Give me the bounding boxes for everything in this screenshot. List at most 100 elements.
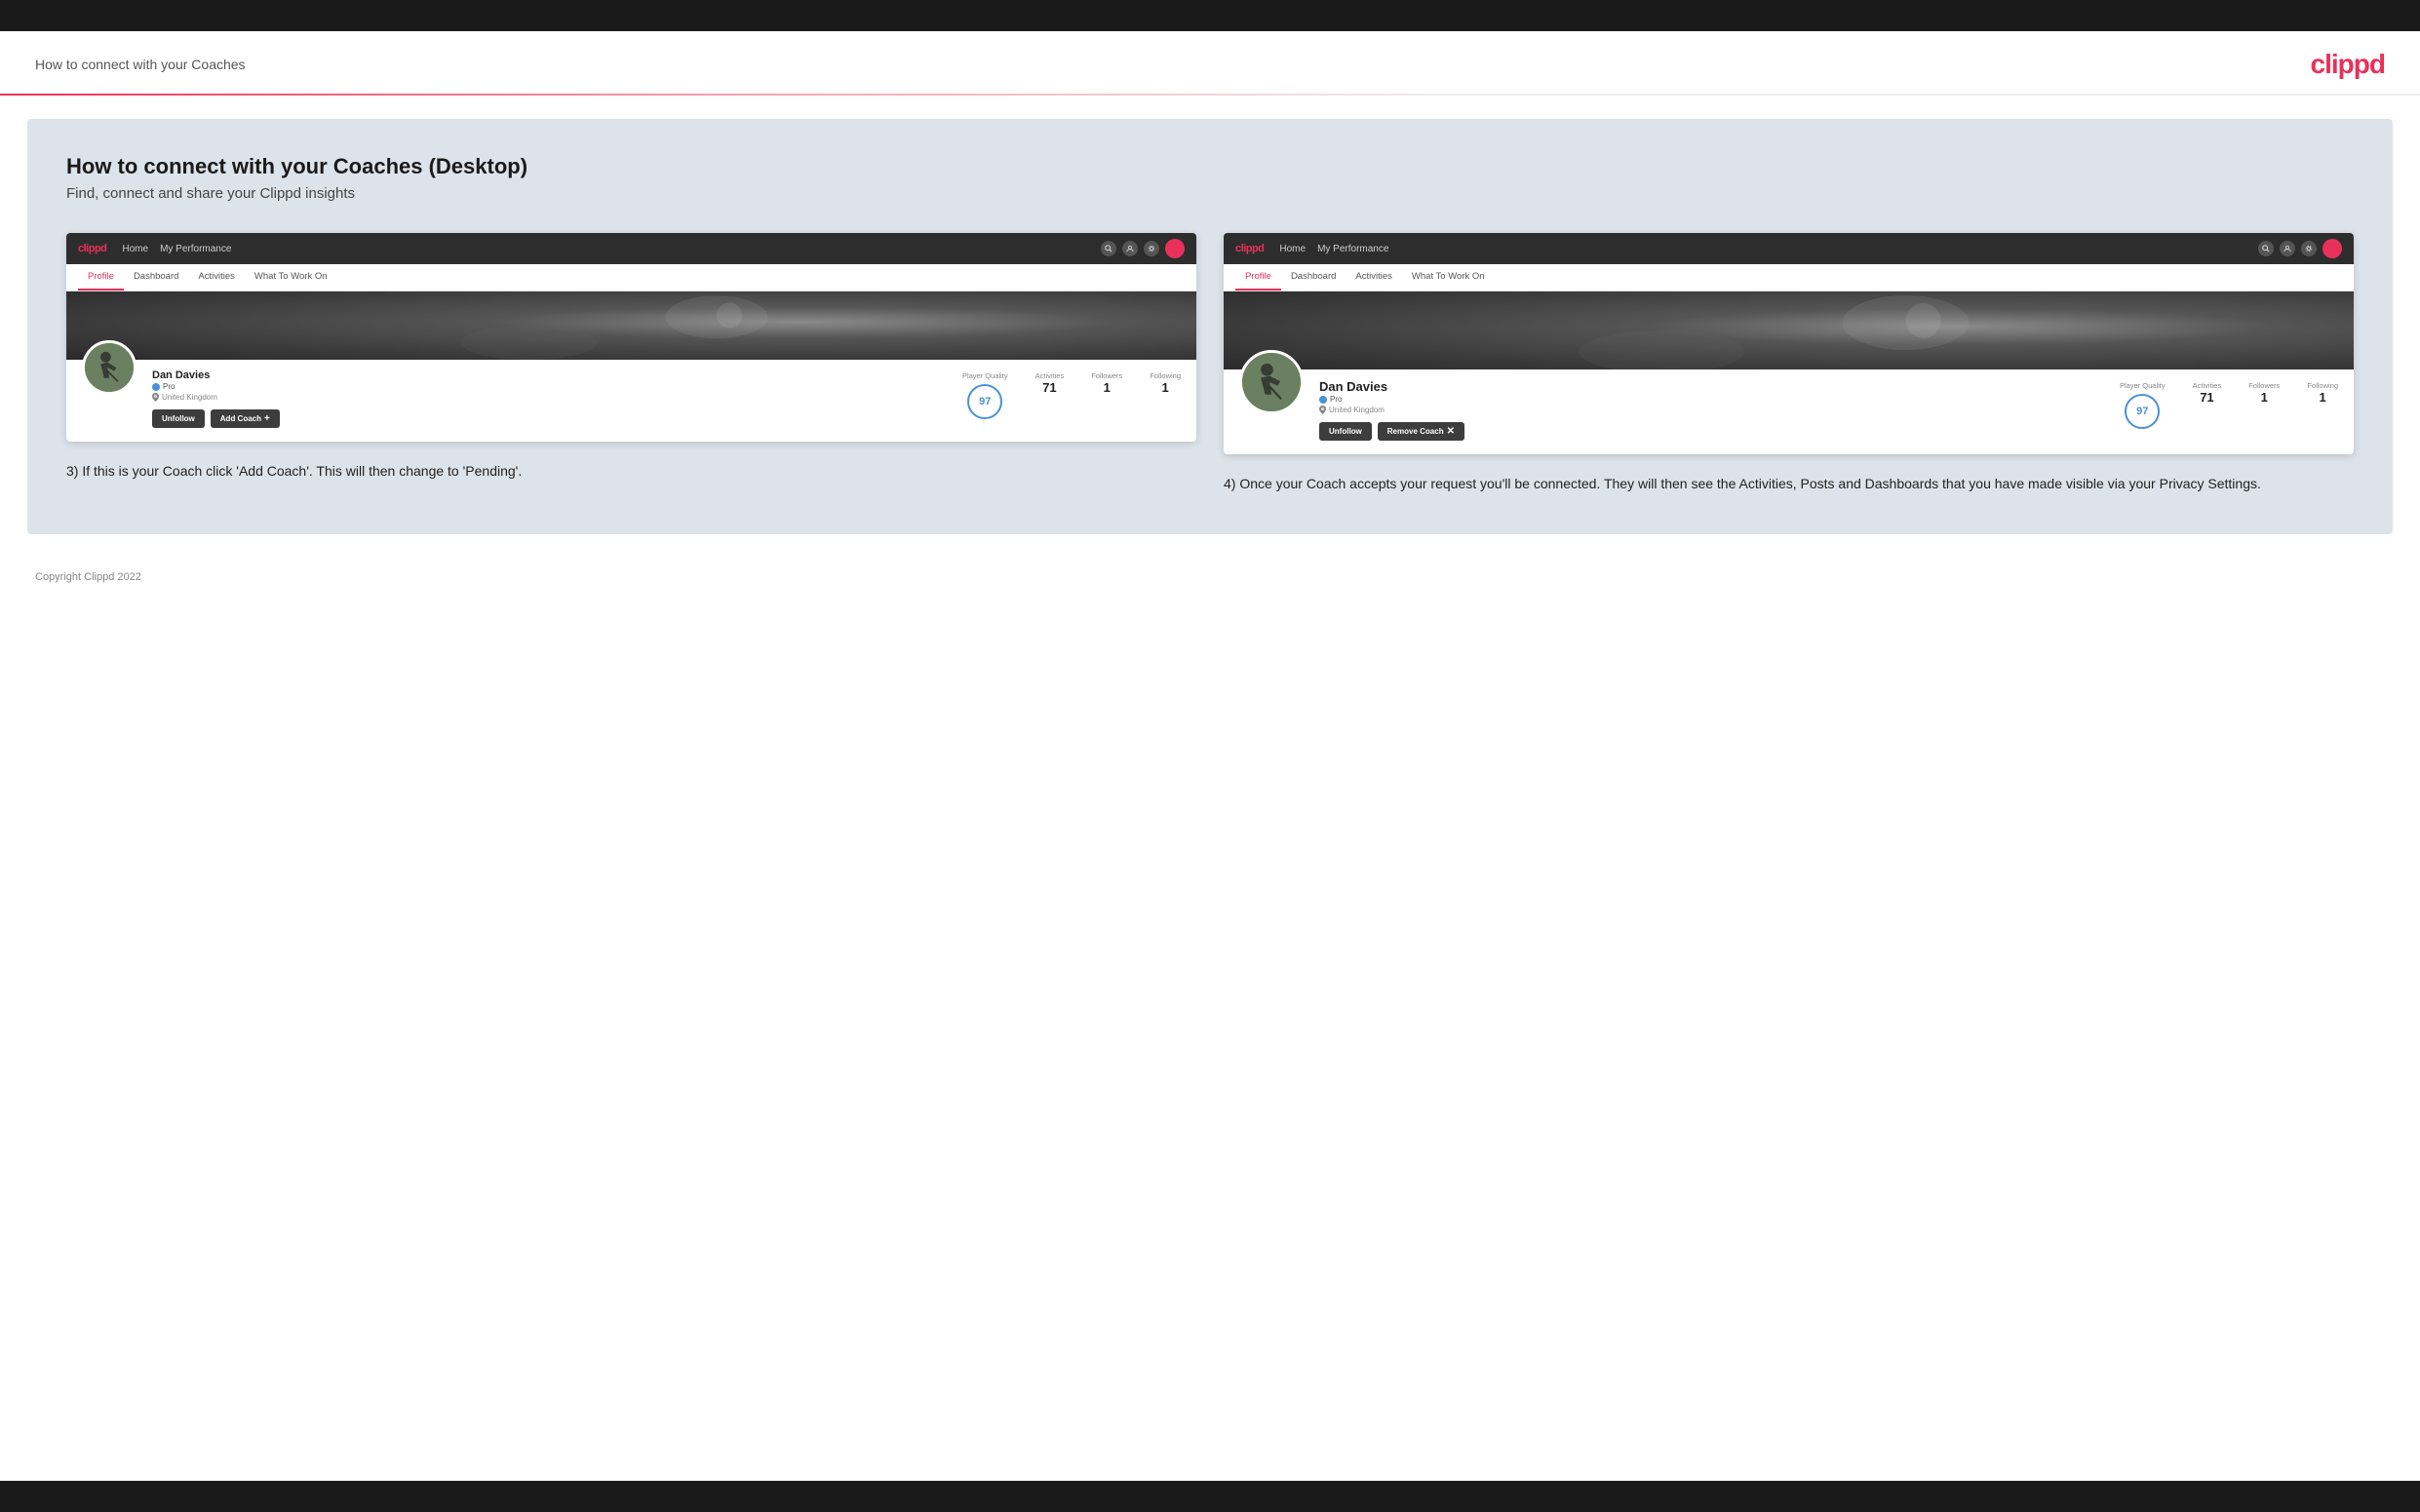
step4-search-icon[interactable] — [2258, 241, 2274, 256]
step4-activities-value: 71 — [2193, 390, 2222, 405]
step3-tab-dashboard[interactable]: Dashboard — [124, 264, 188, 291]
step3-badge-dot — [152, 383, 160, 391]
header: How to connect with your Coaches clippd — [0, 31, 2420, 94]
step4-removecoach-button[interactable]: Remove Coach ✕ — [1378, 422, 1464, 441]
step4-nav-home[interactable]: Home — [1279, 244, 1306, 254]
step4-tab-activities[interactable]: Activities — [1346, 264, 1401, 291]
step3-quality-circle: 97 — [967, 384, 1002, 419]
step4-badge-label: Pro — [1330, 395, 1342, 404]
step4-stat-quality: Player Quality 97 — [2120, 381, 2166, 429]
step3-avatar-wrap — [82, 340, 137, 395]
step3-activities-label: Activities — [1035, 371, 1065, 380]
main-content: How to connect with your Coaches (Deskto… — [27, 119, 2393, 534]
top-bar — [0, 0, 2420, 31]
step4-activities-label: Activities — [2193, 381, 2222, 390]
bottom-bar — [0, 1481, 2420, 1512]
step4-banner — [1224, 291, 2354, 369]
step3-tab-activities[interactable]: Activities — [188, 264, 244, 291]
step4-user-icon[interactable] — [2280, 241, 2295, 256]
step4-avatar — [1239, 350, 1304, 414]
step3-nav-links: Home My Performance — [122, 244, 1085, 254]
step3-nav-home[interactable]: Home — [122, 244, 148, 254]
screenshots-row: clippd Home My Performance — [66, 233, 2354, 495]
step4-badge-dot — [1319, 396, 1327, 404]
step4-settings-icon[interactable] — [2301, 241, 2317, 256]
step4-nav-performance[interactable]: My Performance — [1317, 244, 1388, 254]
step4-avatar-icon[interactable] — [2322, 239, 2342, 258]
step3-tabs: Profile Dashboard Activities What To Wor… — [66, 264, 1196, 291]
step3-followers-label: Followers — [1091, 371, 1122, 380]
step3-col: clippd Home My Performance — [66, 233, 1196, 483]
step3-quality-label: Player Quality — [962, 371, 1008, 380]
step4-tab-dashboard[interactable]: Dashboard — [1281, 264, 1346, 291]
step4-tab-whattoworkon[interactable]: What To Work On — [1402, 264, 1495, 291]
step4-profile-location: United Kingdom — [1319, 406, 1464, 414]
step3-screenshot: clippd Home My Performance — [66, 233, 1196, 442]
step3-followers-value: 1 — [1091, 380, 1122, 395]
step4-profile-section: Dan Davies Pro United Kingdom — [1224, 369, 2354, 454]
step3-nav-icons — [1101, 239, 1185, 258]
step3-avatar — [82, 340, 137, 395]
step4-tabs: Profile Dashboard Activities What To Wor… — [1224, 264, 2354, 291]
step3-avatar-icon[interactable] — [1165, 239, 1185, 258]
header-divider — [0, 94, 2420, 96]
step4-screenshot: clippd Home My Performance — [1224, 233, 2354, 454]
step3-following-label: Following — [1150, 371, 1181, 380]
step3-user-icon[interactable] — [1122, 241, 1138, 256]
step4-nav: clippd Home My Performance — [1224, 233, 2354, 264]
step3-profile-location: United Kingdom — [152, 393, 280, 402]
step4-description: 4) Once your Coach accepts your request … — [1224, 474, 2354, 495]
step4-buttons: Unfollow Remove Coach ✕ — [1319, 422, 1464, 441]
step3-banner-img — [66, 291, 1196, 360]
step3-following-value: 1 — [1150, 380, 1181, 395]
step4-profile-name: Dan Davies — [1319, 379, 1464, 394]
header-title: How to connect with your Coaches — [35, 57, 246, 72]
step4-following-label: Following — [2307, 381, 2338, 390]
page-subheading: Find, connect and share your Clippd insi… — [66, 185, 2354, 202]
step3-profile-name: Dan Davies — [152, 369, 280, 381]
step4-stat-followers: Followers 1 — [2248, 381, 2280, 405]
copyright-text: Copyright Clippd 2022 — [35, 571, 141, 583]
step3-search-icon[interactable] — [1101, 241, 1116, 256]
step4-banner-img — [1224, 291, 2354, 369]
step3-profile-section: Dan Davies Pro United Kingdom — [66, 360, 1196, 442]
step4-logo: clippd — [1235, 243, 1264, 254]
step3-nav-performance[interactable]: My Performance — [160, 244, 231, 254]
step3-stat-following: Following 1 — [1150, 371, 1181, 395]
step3-settings-icon[interactable] — [1144, 241, 1159, 256]
step4-following-value: 1 — [2307, 390, 2338, 405]
step3-logo: clippd — [78, 243, 106, 254]
step3-badge-label: Pro — [163, 382, 175, 391]
step4-col: clippd Home My Performance — [1224, 233, 2354, 495]
step4-stat-following: Following 1 — [2307, 381, 2338, 405]
step3-description: 3) If this is your Coach click 'Add Coac… — [66, 461, 1196, 483]
step3-stat-followers: Followers 1 — [1091, 371, 1122, 395]
step3-location-text: United Kingdom — [162, 393, 217, 402]
logo: clippd — [2311, 49, 2385, 80]
step4-stat-activities: Activities 71 — [2193, 381, 2222, 405]
step4-followers-value: 1 — [2248, 390, 2280, 405]
step3-activities-value: 71 — [1035, 380, 1065, 395]
step3-tab-profile[interactable]: Profile — [78, 264, 124, 291]
step4-tab-profile[interactable]: Profile — [1235, 264, 1281, 291]
step3-banner — [66, 291, 1196, 360]
step4-nav-icons — [2258, 239, 2342, 258]
page-heading: How to connect with your Coaches (Deskto… — [66, 154, 2354, 179]
step3-addcoach-button[interactable]: Add Coach + — [211, 409, 280, 428]
step4-location-text: United Kingdom — [1329, 406, 1385, 414]
step3-tab-whattoworkon[interactable]: What To Work On — [245, 264, 337, 291]
step3-nav: clippd Home My Performance — [66, 233, 1196, 264]
step4-avatar-wrap — [1239, 350, 1304, 414]
step3-buttons: Unfollow Add Coach + — [152, 409, 280, 428]
step3-stat-quality: Player Quality 97 — [962, 371, 1008, 419]
step3-profile-badge: Pro — [152, 382, 280, 391]
step4-unfollow-button[interactable]: Unfollow — [1319, 422, 1372, 441]
step3-unfollow-button[interactable]: Unfollow — [152, 409, 205, 428]
step4-quality-circle: 97 — [2125, 394, 2160, 429]
step3-stat-activities: Activities 71 — [1035, 371, 1065, 395]
footer: Copyright Clippd 2022 — [0, 558, 2420, 597]
step4-followers-label: Followers — [2248, 381, 2280, 390]
step4-quality-label: Player Quality — [2120, 381, 2166, 390]
step4-nav-links: Home My Performance — [1279, 244, 2243, 254]
step4-profile-badge: Pro — [1319, 395, 1464, 404]
